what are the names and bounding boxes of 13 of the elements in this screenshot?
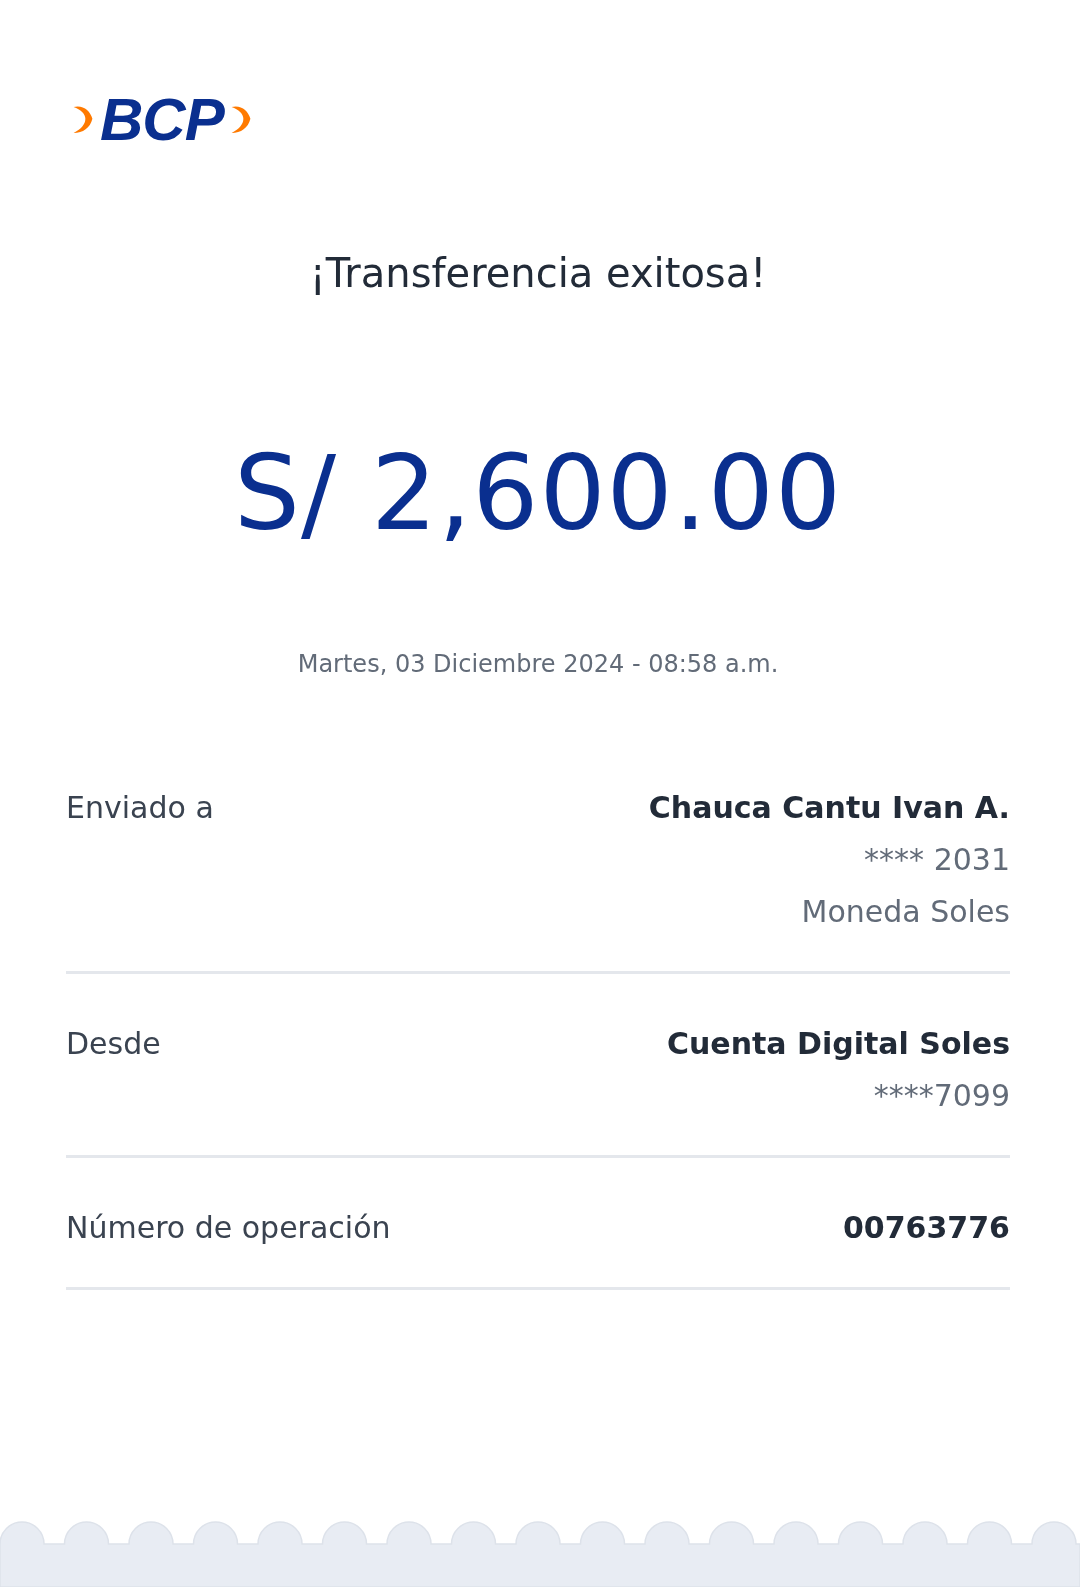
detail-value: Cuenta Digital Soles: [666, 1026, 1010, 1062]
detail-label: Enviado a: [66, 790, 214, 826]
transfer-amount: S/ 2,600.00: [232, 436, 844, 551]
transfer-datetime: Martes, 03 Diciembre 2024 - 08:58 a.m.: [296, 650, 780, 679]
success-title: ¡Transferencia exitosa!: [308, 250, 768, 296]
detail-value: Moneda Soles: [801, 894, 1010, 930]
detail-label: Número de operación: [66, 1210, 391, 1246]
bank-logo: BCP: [66, 92, 258, 148]
detail-value: ****7099: [873, 1078, 1010, 1114]
detail-label: Desde: [66, 1026, 161, 1062]
detail-value: **** 2031: [864, 842, 1010, 878]
detail-value: Chauca Cantu Ivan A.: [648, 790, 1010, 826]
detail-value: 00763776: [843, 1210, 1010, 1246]
